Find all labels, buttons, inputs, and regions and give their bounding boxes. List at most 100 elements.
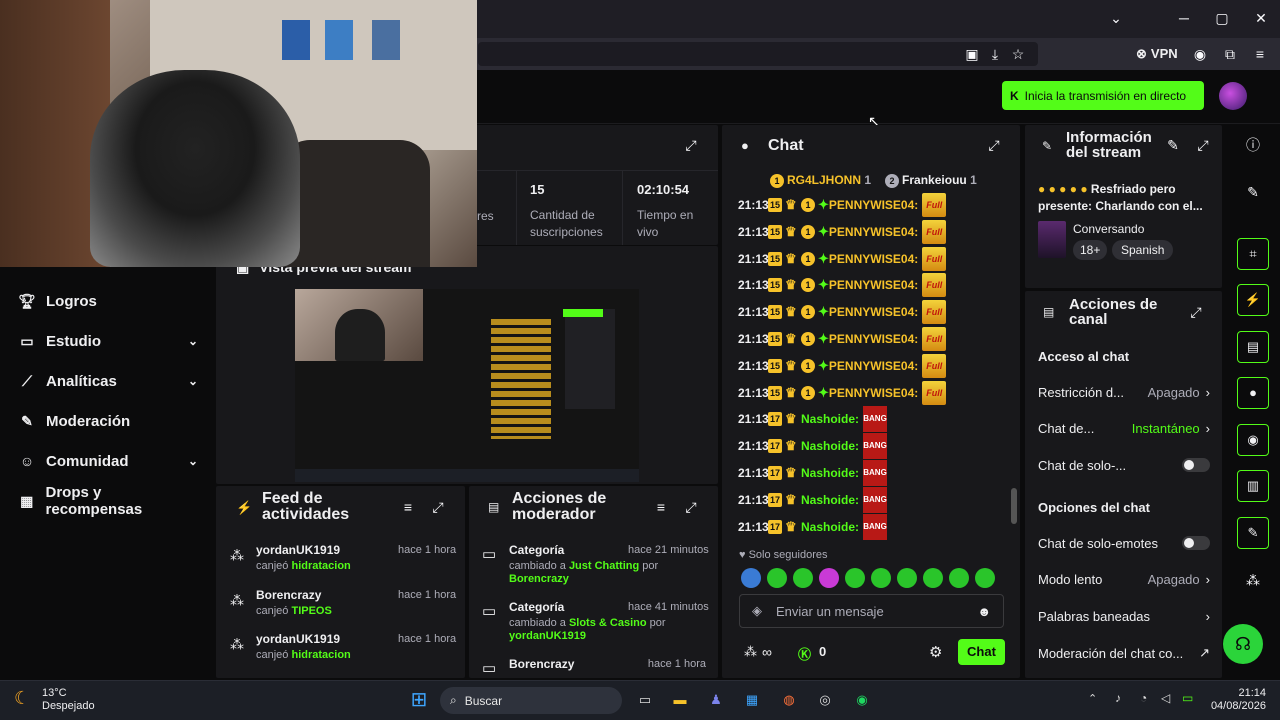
toggle-switch[interactable]: [1182, 536, 1210, 550]
tab-list-dropdown[interactable]: ⌄: [1104, 6, 1128, 30]
sidebar-item-analiticas[interactable]: ⟋ Analíticas ⌄: [18, 369, 198, 393]
top-user[interactable]: 2 Frankeiouu 1: [885, 173, 977, 188]
top-user[interactable]: 1 RG4LJHONN 1: [770, 173, 871, 188]
task-view-icon[interactable]: ▭: [632, 687, 658, 713]
close-window-button[interactable]: ✕: [1249, 6, 1273, 30]
filter-icon[interactable]: ≡: [649, 495, 673, 519]
pencil-icon[interactable]: ✎: [1241, 180, 1265, 204]
infinity-icon[interactable]: ∞: [762, 644, 772, 660]
tag-language[interactable]: Spanish: [1112, 240, 1174, 260]
layout-icon[interactable]: ▥: [1237, 470, 1269, 502]
emote-icon[interactable]: [793, 568, 813, 588]
emote-icon[interactable]: [741, 568, 761, 588]
wrench-icon[interactable]: ✎: [1237, 517, 1269, 549]
message-username[interactable]: PENNYWISE04:: [829, 359, 918, 373]
community-icon[interactable]: ⁂: [744, 644, 757, 660]
category-thumbnail[interactable]: [1038, 221, 1066, 258]
picture-in-picture-icon[interactable]: ▣: [960, 42, 984, 66]
chat-message[interactable]: 21:13 17 ♛ Nashoide: BANG: [738, 486, 888, 513]
popout-icon[interactable]: ⤢: [982, 133, 1006, 157]
settings-gear-icon[interactable]: ⚙: [929, 643, 942, 661]
message-username[interactable]: Nashoide:: [801, 439, 859, 453]
go-live-button[interactable]: K Inicia la transmisión en directo: [1002, 81, 1204, 110]
chat-message[interactable]: 21:13 15 ♛ 1 ✦ PENNYWISE04: Full: [738, 219, 947, 245]
emoji-icon[interactable]: ☻: [977, 604, 991, 619]
message-username[interactable]: PENNYWISE04:: [829, 198, 918, 212]
channel-setting-row[interactable]: Chat de solo-emotes: [1038, 533, 1210, 553]
message-username[interactable]: PENNYWISE04:: [829, 278, 918, 292]
weather-widget[interactable]: 13°C Despejado: [42, 687, 95, 713]
message-username[interactable]: PENNYWISE04:: [829, 305, 918, 319]
emote-bar[interactable]: [741, 568, 1011, 593]
user-avatar[interactable]: [1219, 82, 1247, 110]
menu-icon[interactable]: ≡: [1248, 42, 1272, 66]
microphone-icon[interactable]: ♪: [1115, 691, 1121, 705]
chat-message[interactable]: 21:13 17 ♛ Nashoide: BANG: [738, 406, 888, 433]
bookmark-star-icon[interactable]: ☆: [1006, 42, 1030, 66]
emote-icon[interactable]: [845, 568, 865, 588]
extensions-icon[interactable]: ⧉: [1218, 42, 1242, 66]
store-icon[interactable]: ▦: [739, 687, 765, 713]
popout-icon[interactable]: ⤢: [1184, 300, 1208, 324]
kicks-counter[interactable]: Ⓚ 0: [798, 644, 826, 663]
channel-setting-row[interactable]: Modo lento Apagado ›: [1038, 570, 1210, 590]
send-chat-button[interactable]: Chat: [958, 639, 1005, 665]
chat-message[interactable]: 21:13 15 ♛ 1 ✦ PENNYWISE04: Full: [738, 192, 947, 218]
message-username[interactable]: PENNYWISE04:: [829, 332, 918, 346]
chat-message[interactable]: 21:13 15 ♛ 1 ✦ PENNYWISE04: Full: [738, 326, 947, 352]
clock[interactable]: 21:14 04/08/2026: [1210, 687, 1266, 713]
tag-age[interactable]: 18+: [1073, 240, 1108, 260]
category-name[interactable]: Conversando: [1073, 222, 1144, 236]
community-icon[interactable]: ⁂: [1241, 568, 1265, 592]
download-icon[interactable]: ⤓: [983, 42, 1007, 66]
lightning-icon[interactable]: ⚡: [1237, 284, 1269, 316]
file-explorer-icon[interactable]: ▬: [667, 687, 693, 713]
maximize-button[interactable]: ▢: [1210, 6, 1234, 30]
channel-setting-row[interactable]: Moderación del chat co... ↗: [1038, 643, 1210, 663]
popout-icon[interactable]: ⤢: [1191, 133, 1215, 157]
chat-scrollbar[interactable]: [1011, 488, 1017, 524]
info-icon[interactable]: ⓘ: [1241, 133, 1265, 157]
address-bar[interactable]: [478, 42, 1038, 66]
sidebar-item-estudio[interactable]: ▭ Estudio ⌄: [18, 329, 198, 353]
minimize-button[interactable]: ─: [1172, 6, 1196, 30]
chat-message[interactable]: 21:13 17 ♛ Nashoide: BANG: [738, 433, 888, 460]
document-icon[interactable]: ▤: [1237, 331, 1269, 363]
taskbar-search[interactable]: ⌕ Buscar: [440, 687, 622, 714]
popout-icon[interactable]: ⤢: [679, 495, 703, 519]
sidebar-item-drops[interactable]: ▦ Drops y recompensas: [18, 484, 198, 518]
message-username[interactable]: Nashoide:: [801, 466, 859, 480]
chat-message[interactable]: 21:13 15 ♛ 1 ✦ PENNYWISE04: Full: [738, 272, 947, 298]
vpn-button[interactable]: ⊗ VPN: [1136, 46, 1178, 62]
chat-message[interactable]: 21:13 17 ♛ Nashoide: BANG: [738, 460, 888, 486]
popout-icon[interactable]: ⤢: [679, 133, 703, 157]
emote-icon[interactable]: [923, 568, 943, 588]
account-icon[interactable]: ◉: [1188, 42, 1212, 66]
emote-icon[interactable]: [871, 568, 891, 588]
edit-pencil-icon[interactable]: ✎: [1161, 133, 1185, 157]
emote-icon[interactable]: [975, 568, 995, 588]
sidebar-item-logros[interactable]: 🏆︎ Logros: [18, 289, 198, 313]
message-username[interactable]: PENNYWISE04:: [829, 225, 918, 239]
teams-icon[interactable]: ♟: [703, 687, 729, 713]
spotify-icon[interactable]: ◉: [849, 687, 875, 713]
filter-icon[interactable]: ≡: [396, 495, 420, 519]
message-username[interactable]: Nashoide:: [801, 412, 859, 426]
stream-preview-video[interactable]: [295, 289, 639, 482]
toggle-switch[interactable]: [1182, 458, 1210, 473]
chat-message[interactable]: 21:13 15 ♛ 1 ✦ PENNYWISE04: Full: [738, 380, 947, 406]
emote-icon[interactable]: [949, 568, 969, 588]
chat-message[interactable]: 21:13 15 ♛ 1 ✦ PENNYWISE04: Full: [738, 353, 947, 379]
chat-message[interactable]: 21:13 17 ♛ Nashoide: BANG: [738, 513, 888, 540]
support-headset-icon[interactable]: ☊: [1223, 624, 1263, 664]
broadcast-icon[interactable]: ◉: [1237, 424, 1269, 456]
battery-icon[interactable]: ▭: [1182, 691, 1193, 705]
channel-setting-row[interactable]: Chat de solo-...: [1038, 455, 1210, 475]
message-username[interactable]: Nashoide:: [801, 520, 859, 534]
emote-icon[interactable]: [819, 568, 839, 588]
chat-message[interactable]: 21:13 15 ♛ 1 ✦ PENNYWISE04: Full: [738, 299, 947, 325]
emote-icon[interactable]: [767, 568, 787, 588]
channel-setting-row[interactable]: Palabras baneadas ›: [1038, 606, 1210, 626]
tray-chevron-icon[interactable]: ⌃: [1088, 692, 1097, 705]
windows-start-icon[interactable]: ⊞: [406, 687, 432, 713]
